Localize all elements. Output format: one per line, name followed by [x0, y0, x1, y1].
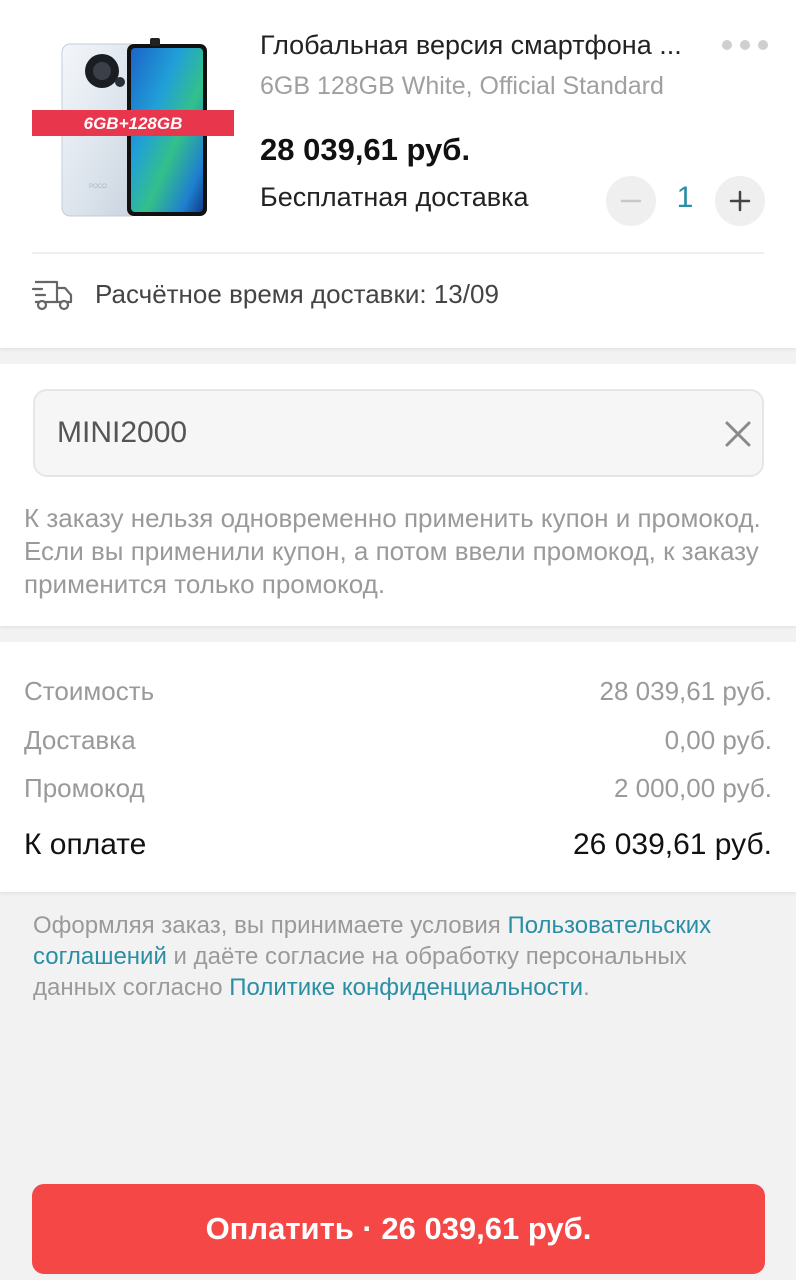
plus-icon: [729, 190, 751, 212]
promo-code-field[interactable]: [33, 389, 764, 477]
summary-value: 2 000,00 руб.: [613, 773, 772, 803]
product-price: 28 039,61 руб.: [260, 132, 471, 167]
total-value: 26 039,61 руб.: [573, 828, 772, 861]
summary-row-promo: Промокод 2 000,00 руб.: [24, 773, 772, 804]
truck-icon: [32, 280, 73, 311]
quantity-increase-button[interactable]: [715, 176, 765, 226]
total-label: К оплате: [24, 828, 147, 861]
promo-card: К заказу нельзя одновременно применить к…: [0, 364, 796, 626]
summary-value: 0,00 руб.: [664, 725, 772, 755]
product-title[interactable]: Глобальная версия смартфона ...: [260, 30, 700, 61]
close-icon[interactable]: [721, 417, 755, 451]
legal-notice: Оформляя заказ, вы принимаете условия По…: [33, 912, 712, 1001]
privacy-policy-link[interactable]: Политике конфиденциальности: [229, 974, 583, 1001]
pay-button[interactable]: Оплатить · 26 039,61 руб.: [32, 1184, 765, 1274]
summary-label: Промокод: [24, 773, 145, 803]
divider: [32, 252, 764, 254]
product-image-badge: 6GB+128GB: [84, 114, 183, 133]
svg-text:POCO: POCO: [89, 184, 107, 190]
quantity-value: 1: [676, 181, 694, 214]
summary-value: 28 039,61 руб.: [599, 676, 772, 706]
delivery-estimate: Расчётное время доставки: 13/09: [95, 279, 499, 309]
minus-icon: [620, 199, 642, 203]
shipping-label: Бесплатная доставка: [260, 182, 529, 212]
product-variant: 6GB 128GB White, Official Standard: [260, 72, 664, 100]
promo-note: К заказу нельзя одновременно применить к…: [24, 503, 761, 599]
order-summary: Стоимость 28 039,61 руб. Доставка 0,00 р…: [0, 642, 796, 892]
summary-row-delivery: Доставка 0,00 руб.: [24, 725, 772, 756]
quantity-decrease-button[interactable]: [606, 176, 656, 226]
summary-row-cost: Стоимость 28 039,61 руб.: [24, 676, 772, 707]
more-options-icon[interactable]: [722, 30, 768, 60]
summary-label: Доставка: [24, 725, 136, 755]
summary-label: Стоимость: [24, 676, 155, 706]
product-card: 6GB+128GB POCO Глобальная версия смартфо…: [0, 0, 796, 348]
product-image[interactable]: 6GB+128GB POCO: [32, 36, 238, 220]
summary-row-total: К оплате 26 039,61 руб.: [24, 828, 772, 862]
promo-code-input[interactable]: [57, 391, 677, 475]
